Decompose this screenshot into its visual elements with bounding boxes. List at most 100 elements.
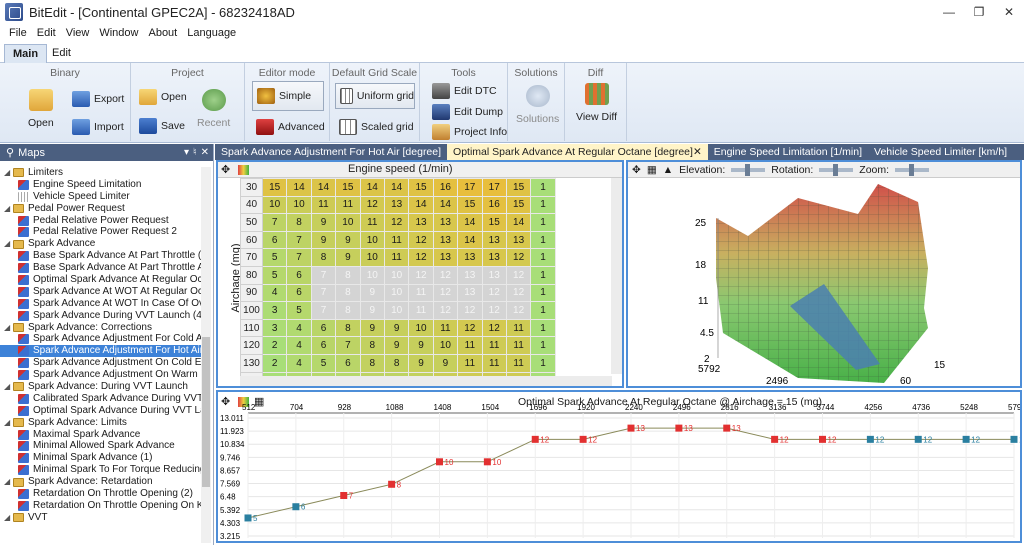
map-cell[interactable]: 12 [408,265,434,285]
map-cell[interactable]: 8 [383,353,410,373]
map-cell[interactable]: 9 [408,336,434,355]
map-cell[interactable]: 15 [408,178,434,197]
map-cell[interactable]: 13 [457,248,483,267]
map-cell[interactable]: 14 [383,178,410,197]
map-cell[interactable]: 6 [335,353,361,373]
advanced-mode-button[interactable]: Advanced [256,119,325,135]
map-cell[interactable]: 10 [432,336,459,355]
map-cell[interactable]: 15 [457,195,483,215]
map-cell[interactable]: 11 [383,230,410,250]
menu-window[interactable]: Window [94,27,143,39]
tree-map-item[interactable]: Spark Advance Adjustment For Cold Air [0,333,202,345]
zoom-slider[interactable] [895,163,930,176]
map-cell[interactable]: 12 [505,301,532,320]
map-cell[interactable]: 11 [408,283,434,303]
tree-map-item[interactable]: Pedal Relative Power Request 2 [0,226,202,238]
tree-map-item[interactable]: Engine Speed Limitation [0,179,202,191]
map-cell[interactable]: 11 [481,336,507,355]
tree-map-item[interactable]: Maximal Spark Advance [0,429,202,441]
document-tab[interactable]: Spark Advance Adjustment For Hot Air [de… [215,144,447,160]
tree-map-item[interactable]: Optimal Spark Advance At Regular Octa [0,274,202,286]
map-cell[interactable]: 10 [383,283,410,303]
map-cell[interactable]: 11 [383,248,410,267]
view-diff-button[interactable]: View Diff [576,83,617,123]
map-cell[interactable]: 10 [359,265,385,285]
map-cell[interactable]: 8 [335,318,361,338]
map-cell[interactable]: 12 [408,248,434,267]
tree-folder[interactable]: ◢ VVT [0,512,202,524]
document-tab[interactable]: Vehicle Speed Limiter [km/h] [868,144,1013,160]
map-cell[interactable]: 4 [286,336,312,355]
expand-icon[interactable]: ◢ [4,238,13,250]
tree-folder[interactable]: ◢ Pedal Power Request [0,203,202,215]
rotation-slider[interactable] [819,163,854,176]
map-cell[interactable]: 15 [261,178,288,197]
map-cell[interactable]: 14 [457,230,483,250]
tree-map-item[interactable]: Spark Advance Adjustment On Cold Eng [0,357,202,369]
tree-map-item[interactable]: Pedal Relative Power Request [0,215,202,227]
map-cell[interactable]: 12 [359,195,385,215]
tree-folder[interactable]: ◢ Spark Advance: Retardation [0,476,202,488]
map-cell[interactable]: 9 [383,318,410,338]
map-cell[interactable]: 2 [261,336,288,355]
scaled-grid-button[interactable]: Scaled grid [339,119,414,135]
map-cell[interactable]: 8 [335,283,361,303]
close-button[interactable]: ✕ [994,0,1024,24]
map-cell[interactable]: 11 [457,336,483,355]
map-cell[interactable]: 13 [457,265,483,285]
map-cell[interactable]: 9 [432,353,459,373]
map-cell[interactable]: 12 [457,318,483,338]
map-cell[interactable]: 1 [530,195,556,215]
map-cell[interactable]: 1 [530,318,556,338]
map-cell[interactable]: 15 [335,178,361,197]
tree-folder[interactable]: ◢ Spark Advance: Corrections [0,322,202,334]
map-cell[interactable]: 1 [530,213,556,232]
map-cell[interactable]: 10 [359,248,385,267]
restore-button[interactable]: ❐ [964,0,994,24]
map-cell[interactable]: 1 [530,230,556,250]
map-cell[interactable]: 12 [505,265,532,285]
grid-hscroll[interactable] [240,376,612,386]
map-cell[interactable]: 5 [310,353,337,373]
map-cell[interactable]: 13 [481,230,507,250]
expand-icon[interactable]: ◢ [4,322,13,334]
map-cell[interactable]: 12 [432,301,459,320]
tree-map-item[interactable]: Retardation On Throttle Opening On Kr [0,500,202,512]
map-cell[interactable]: 7 [286,230,312,250]
map-cell[interactable]: 5 [286,301,312,320]
elevation-slider[interactable] [731,163,766,176]
map-cell[interactable]: 9 [359,318,385,338]
expand-icon[interactable]: ◢ [4,381,13,393]
document-tab[interactable]: Optimal Spark Advance At Regular Octane … [447,144,708,160]
tree-map-item[interactable]: Calibrated Spark Advance During VVT L [0,393,202,405]
map-cell[interactable]: 7 [310,301,337,320]
expand-icon[interactable]: ◢ [4,203,13,215]
map-cell[interactable]: 13 [457,283,483,303]
map-cell[interactable]: 10 [383,265,410,285]
expand-icon[interactable]: ◢ [4,476,13,488]
tree-map-item[interactable]: Spark Advance During VVT Launch (4) [0,310,202,322]
project-open-button[interactable]: Open [139,89,187,105]
map-cell[interactable]: 7 [310,265,337,285]
map-cell[interactable]: 10 [261,195,288,215]
menu-about[interactable]: About [143,27,182,39]
map-cell[interactable]: 11 [310,195,337,215]
map-cell[interactable]: 9 [408,353,434,373]
expand-icon[interactable]: ◢ [4,167,13,179]
map-cell[interactable]: 11 [335,195,361,215]
map-cell[interactable]: 12 [408,230,434,250]
map-cell[interactable]: 16 [481,195,507,215]
tree-map-item[interactable]: Minimal Allowed Spark Advance [0,440,202,452]
tree-folder[interactable]: ◢ Spark Advance: Limits [0,417,202,429]
tab-edit[interactable]: Edit [44,44,79,64]
tree-map-item[interactable]: Vehicle Speed Limiter [0,191,202,203]
map-cell[interactable]: 14 [310,178,337,197]
map-cell[interactable]: 7 [261,213,288,232]
map-cell[interactable]: 1 [530,178,556,197]
tree-map-item[interactable]: Spark Advance Adjustment For Hot Air [0,345,202,358]
map-cell[interactable]: 9 [335,230,361,250]
map-cell[interactable]: 10 [408,318,434,338]
export-button[interactable]: Export [72,91,124,107]
map-cell[interactable]: 12 [505,283,532,303]
map-cell[interactable]: 9 [359,283,385,303]
